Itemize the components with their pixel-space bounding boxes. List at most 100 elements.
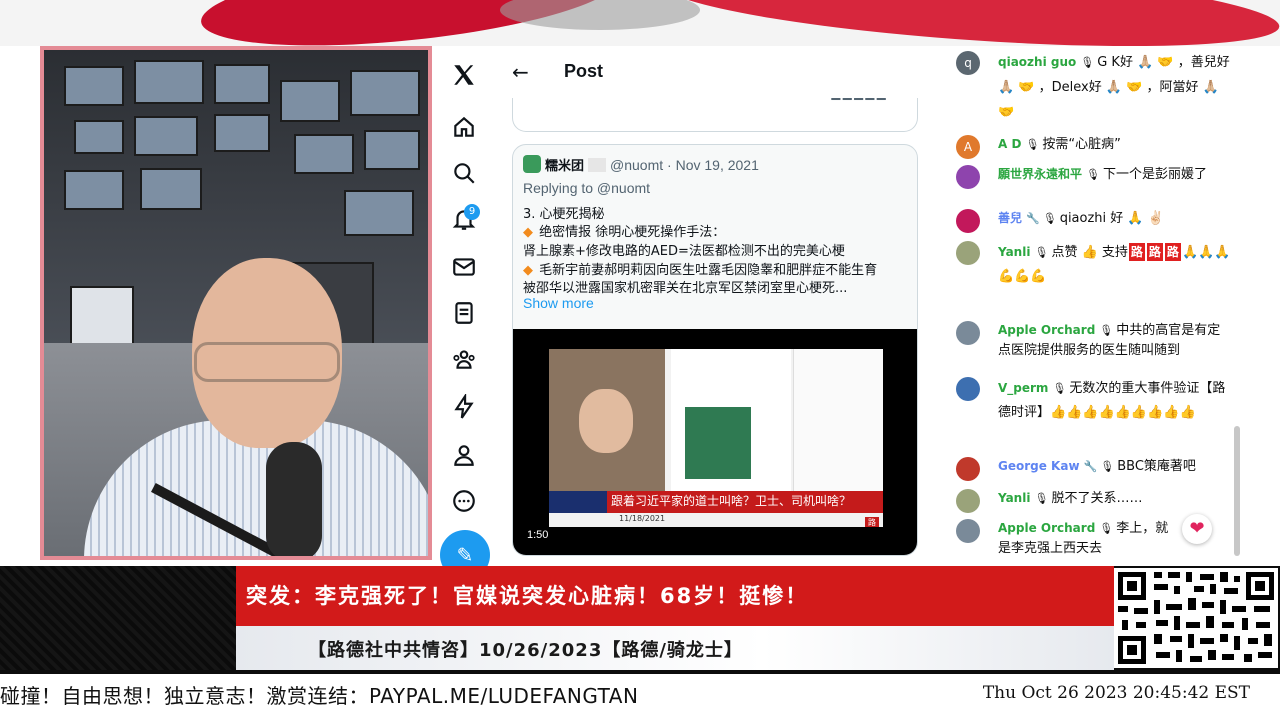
search-icon[interactable] <box>450 160 478 188</box>
x-app-window: 9 ✎ ▬▬▬▬▬ <box>434 46 932 566</box>
diamond-icon: ◆ <box>523 263 538 278</box>
headline-bar: 突发：李克强死了！官媒说突发心脏病！68岁！挺惨！ <box>236 566 1114 626</box>
post-text-line: ◆ 毛新宇前妻郝明莉因向医生吐露毛因隐睾和肥胖症不能生育 <box>523 263 878 278</box>
handle-date: @nuomt · Nov 19, 2021 <box>610 157 759 173</box>
chat-message: q qiaozhi guo 🎙 G K好 🙏🏼 🤝 ，善兒好 🙏🏼 🤝 ，Delex… <box>956 50 1232 125</box>
mail-icon[interactable] <box>450 254 478 282</box>
mic-badge-icon: 🎙 <box>1099 324 1114 337</box>
more-icon[interactable] <box>450 488 478 516</box>
post-text-line: 肾上腺素+修改电路的AED=法医都检测不出的完美心梗 <box>523 244 845 259</box>
video-duration: 1:50 <box>527 529 549 541</box>
avatar <box>956 321 980 345</box>
mic-badge-icon: 🎙 <box>1086 168 1100 181</box>
mic-badge-icon: 🎙 <box>1100 460 1115 473</box>
ticker-text: 碰撞！自由思想！独立意志！激赏连结：PAYPAL.ME/LUDEFANGTAN <box>0 684 639 708</box>
page-title: Post <box>564 61 604 81</box>
video-banner-text: 跟着习近平家的道士叫啥？卫士、司机叫啥？ <box>611 494 852 508</box>
wrench-icon: 🔧 <box>1083 460 1098 473</box>
mic-badge-icon: 🎙 <box>1025 138 1040 151</box>
bottom-ticker: 碰撞！自由思想！独立意志！激赏连结：PAYPAL.ME/LUDEFANGTAN … <box>0 674 1280 720</box>
x-logo-icon[interactable] <box>450 62 478 90</box>
communities-icon[interactable] <box>450 346 478 374</box>
replying-to: Replying to @nuomt <box>523 180 651 196</box>
mic-badge-icon: 🎙 <box>1042 212 1057 225</box>
chat-message: 善兒 🔧 🎙 qiaozhi 好 🙏 ✌🏻 <box>956 208 1232 233</box>
post-detail: ▬▬▬▬▬ ← Post 糯米团@nuomt · Nov 19, 2021 Re… <box>496 46 932 566</box>
avatar <box>956 241 980 265</box>
avatar: A <box>956 135 980 159</box>
avatar <box>956 519 980 543</box>
headline-text: 突发：李克强死了！官媒说突发心脏病！68岁！挺惨！ <box>246 584 809 608</box>
heart-reaction-icon[interactable]: ❤ <box>1182 514 1212 544</box>
quoted-post-card[interactable]: 糯米团 @nuomt · Nov 19, 2021 Replying to @nu… <box>512 144 918 556</box>
chat-author[interactable]: 善兒 <box>998 211 1022 225</box>
feather-icon: ✎ <box>456 543 474 566</box>
chat-author[interactable]: George Kaw <box>998 459 1080 473</box>
post-header: ← Post <box>496 46 932 98</box>
home-icon[interactable] <box>450 114 478 142</box>
compose-post-button[interactable]: ✎ <box>440 530 490 566</box>
post-text-line: ◆ 绝密情报 徐明心梗死操作手法： <box>523 225 726 240</box>
avatar <box>956 489 980 513</box>
mic-badge-icon: 🎙 <box>1034 246 1049 259</box>
mic-badge-icon: 🎙 <box>1099 522 1114 535</box>
stream-frame: 9 ✎ ▬▬▬▬▬ <box>0 0 1280 720</box>
live-chat-panel: q qiaozhi guo 🎙 G K好 🙏🏼 🤝 ，善兒好 🙏🏼 🤝 ，Delex… <box>932 46 1244 562</box>
lightning-icon[interactable] <box>450 392 478 422</box>
chat-author[interactable]: qiaozhi guo <box>998 55 1076 69</box>
chat-text: 按需“心脏病” <box>1042 137 1121 152</box>
chat-message: A A D 🎙 按需“心脏病” <box>956 134 1232 159</box>
lower-third: 突发：李克强死了！官媒说突发心脏病！68岁！挺惨！ 【路德社中共情咨】10/26… <box>0 566 1280 674</box>
clock-timestamp: Thu Oct 26 2023 20:45:42 EST <box>982 683 1250 703</box>
subline-text: 【路德社中共情咨】10/26/2023【路德/骑龙士】 <box>308 640 743 661</box>
chat-text: BBC策庵著吧 <box>1117 459 1196 474</box>
lu-emoji-tag: 路 <box>1146 243 1163 261</box>
webcam-feed <box>40 46 432 560</box>
notification-count-badge: 9 <box>464 204 480 220</box>
chat-message: Yanli 🎙 点赞 👍 支持路路路 🙏🙏🙏💪💪💪 <box>956 240 1232 289</box>
mic-badge-icon: 🎙 <box>1034 492 1049 505</box>
chat-author[interactable]: A D <box>998 137 1021 151</box>
wrench-icon: 🔧 <box>1026 212 1040 225</box>
avatar <box>956 209 980 233</box>
avatar: q <box>956 51 980 75</box>
mic-badge-icon: 🎙 <box>1080 56 1095 69</box>
chat-message: 願世界永遠和平 🎙 下一个是彭丽媛了 <box>956 164 1232 189</box>
subline-bar: 【路德社中共情咨】10/26/2023【路德/骑龙士】 <box>236 626 1114 670</box>
chat-message: Apple Orchard 🎙 中共的高官是有定点医院提供服务的医生随叫随到 <box>956 320 1232 361</box>
chat-author[interactable]: V_perm <box>998 381 1048 395</box>
show-more-link[interactable]: Show more <box>523 295 594 311</box>
post-text-line: 被邵华以泄露国家机密罪关在北京军区禁闭室里心梗死... <box>523 281 848 296</box>
embedded-video[interactable]: 跟着习近平家的道士叫啥？卫士、司机叫啥？ 11/18/2021 路 1:50 <box>513 329 917 555</box>
x-sidebar-nav: 9 ✎ <box>434 46 496 566</box>
chat-author[interactable]: 願世界永遠和平 <box>998 167 1082 181</box>
quoted-post-header: 糯米团 @nuomt · Nov 19, 2021 <box>523 155 759 174</box>
top-decor-strip <box>0 0 1280 46</box>
chat-author[interactable]: Apple Orchard <box>998 323 1095 337</box>
video-date: 11/18/2021 <box>619 514 666 523</box>
lu-emoji-tag: 路 <box>1128 243 1145 261</box>
video-thumbnail: 跟着习近平家的道士叫啥？卫士、司机叫啥？ 11/18/2021 路 <box>549 349 883 527</box>
video-corner-tag: 路 <box>865 517 879 527</box>
chat-author[interactable]: Apple Orchard <box>998 521 1095 535</box>
chat-message: Apple Orchard 🎙 李上，就是李克强上西天去 <box>956 518 1178 559</box>
lu-emoji-tag: 路 <box>1164 243 1181 261</box>
mic-badge-icon: 🎙 <box>1052 382 1067 395</box>
chat-author[interactable]: Yanli <box>998 245 1030 259</box>
chat-author[interactable]: Yanli <box>998 491 1030 505</box>
chat-scrollbar[interactable] <box>1234 426 1240 556</box>
chat-text: 脱不了关系…… <box>1051 491 1143 506</box>
chat-message: George Kaw 🔧 🎙 BBC策庵著吧 <box>956 456 1232 481</box>
author-name[interactable]: 糯米团 <box>545 159 584 174</box>
back-arrow-icon[interactable]: ← <box>512 60 529 84</box>
chat-message: Yanli 🎙 脱不了关系…… <box>956 488 1232 513</box>
avatar[interactable] <box>523 155 541 173</box>
avatar <box>956 377 980 401</box>
avatar <box>956 165 980 189</box>
profile-icon[interactable] <box>450 442 478 470</box>
lists-icon[interactable] <box>450 300 478 328</box>
post-text-line: 3. 心梗死揭秘 <box>523 207 605 222</box>
chat-text: 点赞 👍 支持 <box>1051 245 1128 260</box>
chat-message: V_perm 🎙 无数次的重大事件验证【路德时评】👍👍👍👍👍👍👍👍👍 <box>956 376 1232 425</box>
avatar <box>956 457 980 481</box>
